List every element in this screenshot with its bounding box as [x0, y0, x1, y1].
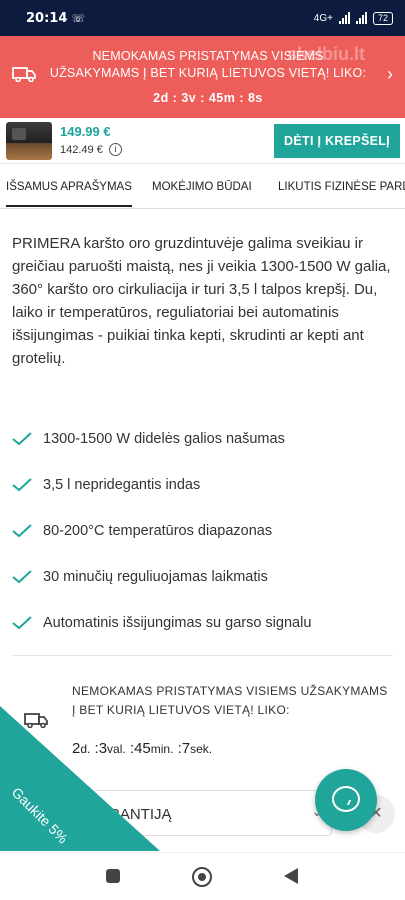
countdown-seconds: 7 [181, 740, 191, 757]
signal-icon-2 [355, 12, 367, 24]
network-type: 4G+ [313, 12, 333, 24]
tab-store-stock[interactable]: LIKUTIS FIZINĖSE PARD [278, 181, 405, 193]
countdown-minutes: 45 [134, 740, 151, 757]
feature-list: 1300-1500 W didelės galios našumas 3,5 l… [12, 416, 392, 646]
feature-text: 1300-1500 W didelės galios našumas [43, 431, 285, 447]
feature-text: 30 minučių reguliuojamas laikmatis [43, 569, 268, 585]
whatsapp-icon: ☏ [71, 12, 86, 25]
chat-button[interactable] [315, 769, 377, 831]
add-to-cart-button[interactable]: DĖTI Į KREPŠELĮ [274, 124, 400, 158]
list-item: 80-200°C temperatūros diapazonas [12, 508, 392, 554]
alt-price-value: 142.49 € [60, 143, 103, 156]
truck-icon [12, 67, 36, 82]
product-thumbnail [6, 122, 52, 160]
status-bar: 20:14 ☏ 4G+ 72 [0, 0, 405, 36]
promo-timer: 2d : 3v : 45m : 8s [153, 91, 263, 105]
countdown-seconds-unit: sek. [190, 742, 213, 756]
home-button[interactable] [192, 867, 212, 887]
list-item: Automatinis išsijungimas su garso signal… [12, 600, 392, 646]
back-button[interactable] [284, 868, 298, 884]
status-time: 20:14 [26, 10, 68, 26]
product-bar: 149.99 € 142.49 € i DĖTI Į KREPŠELĮ [0, 118, 405, 164]
tab-description[interactable]: IŠSAMUS APRAŠYMAS [6, 181, 132, 207]
promo-banner[interactable]: skelbiu.lt NEMOKAMAS PRISTATYMAS VISIEMS… [0, 36, 405, 118]
list-item: 1300-1500 W didelės galios našumas [12, 416, 392, 462]
info-icon[interactable]: i [108, 143, 122, 156]
feature-text: Automatinis išsijungimas su garso signal… [43, 615, 312, 631]
signal-icon [338, 12, 350, 24]
tab-payment-methods[interactable]: MOKĖJIMO BŪDAI [152, 181, 252, 193]
list-item: 3,5 l nepridegantis indas [12, 462, 392, 508]
check-icon [12, 524, 32, 538]
product-price: 149.99 € [60, 124, 111, 139]
discount-badge[interactable] [0, 706, 160, 851]
check-icon [12, 478, 32, 492]
product-description: PRIMERA karšto oro gruzdintuvėje galima … [12, 235, 391, 367]
check-icon [12, 570, 32, 584]
promo-text: NEMOKAMAS PRISTATYMAS VISIEMS UŽSAKYMAMS… [49, 49, 367, 80]
countdown-minutes-unit: min. [150, 742, 174, 756]
list-item: 30 minučių reguliuojamas laikmatis [12, 554, 392, 600]
chat-icon [332, 786, 360, 812]
battery-icon: 72 [372, 11, 393, 25]
truck-icon [24, 713, 48, 728]
product-tabs: IŠSAMUS APRAŠYMAS MOKĖJIMO BŪDAI LIKUTIS… [0, 165, 405, 209]
shipping-countdown: 2d. :3val. :45min. :7sek. [72, 740, 213, 757]
system-nav-bar [0, 852, 405, 900]
shipping-text: NEMOKAMAS PRISTATYMAS VISIEMS UŽSAKYMAMS… [72, 684, 388, 717]
countdown-hours-unit: val. [107, 742, 126, 756]
check-icon [12, 616, 32, 630]
chevron-right-icon[interactable]: › [387, 64, 393, 85]
feature-text: 80-200°C temperatūros diapazonas [43, 523, 273, 539]
countdown-hours: 3 [98, 740, 108, 757]
alt-price: 142.49 € i [60, 143, 122, 156]
recents-button[interactable] [106, 869, 120, 883]
check-icon [12, 432, 32, 446]
countdown-days-unit: d. [80, 742, 91, 756]
divider [12, 655, 393, 656]
feature-text: 3,5 l nepridegantis indas [43, 477, 201, 493]
status-indicators: 4G+ 72 [313, 11, 393, 25]
